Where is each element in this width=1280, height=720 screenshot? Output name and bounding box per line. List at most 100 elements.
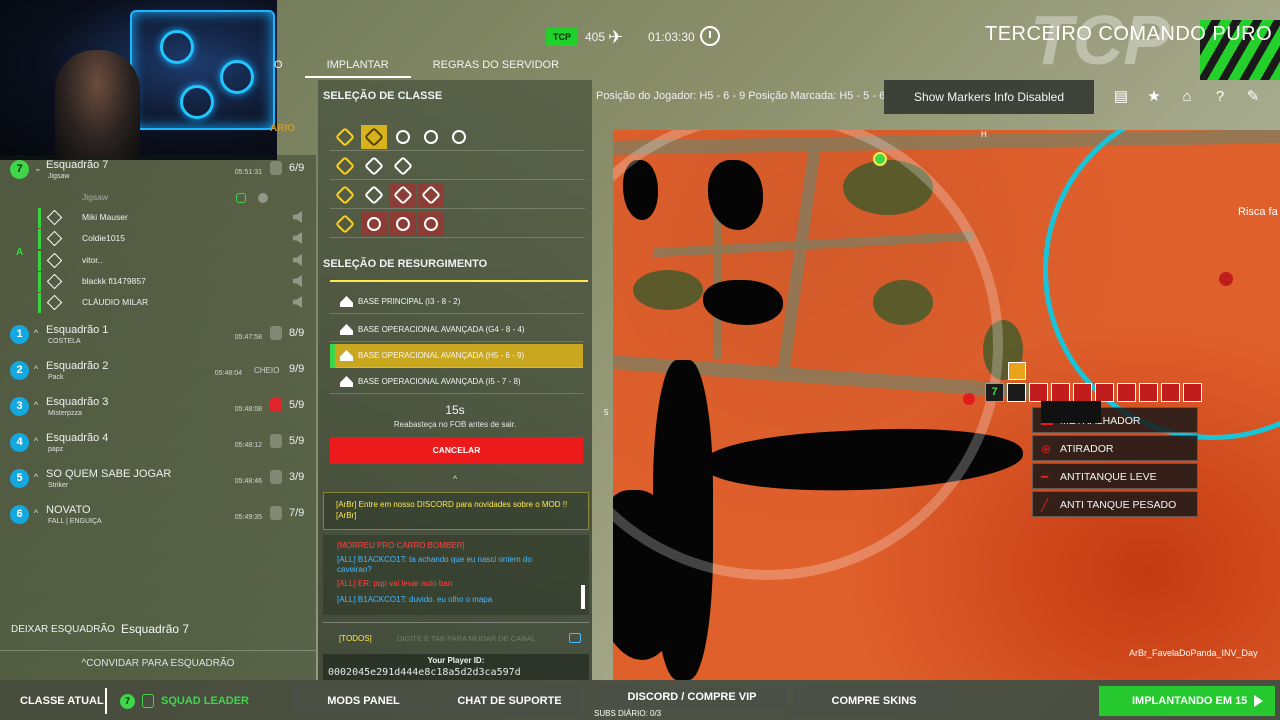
squad-row[interactable]: 4 ^ Esquadrão 4 papz 05:48:12 5/9	[0, 430, 316, 466]
deploy-button[interactable]: IMPLANTANDO EM 15	[1099, 686, 1275, 716]
member-name: Jigsaw	[82, 192, 108, 202]
rifleman-role-icon[interactable]	[332, 125, 358, 149]
marker-icon[interactable]	[1029, 383, 1048, 402]
member-row[interactable]: CLÁUDIO MILAR	[38, 293, 315, 313]
chat-channel[interactable]: [TODOS]	[339, 634, 372, 643]
speaker-icon[interactable]	[293, 296, 302, 308]
chevron-up-icon[interactable]: ^	[34, 508, 38, 518]
chat-icon[interactable]	[569, 633, 581, 643]
leave-squad-button[interactable]: DEIXAR ESQUADRÃO	[11, 624, 115, 635]
invite-label: CONVIDAR PARA ESQUADRÃO	[86, 658, 235, 669]
crosshair-icon: ⊕	[1041, 442, 1052, 456]
squad-row[interactable]: 3 ^ Esquadrão 3 Misterpzza 05:48:08 5/9	[0, 394, 316, 430]
spawn-option-selected[interactable]: BASE OPERACIONAL AVANÇADA (H5 - 6 - 9)	[330, 344, 583, 368]
chat-line: [MORREU PRO CARRO BOMBER]	[337, 541, 465, 550]
buy-skins-button[interactable]: COMPRE SKINS	[793, 686, 955, 716]
tab-implantar[interactable]: IMPLANTAR	[304, 56, 411, 78]
member-row[interactable]: Coldie1015	[38, 229, 315, 249]
lightning-role-icon[interactable]	[332, 212, 358, 236]
marker-icon[interactable]	[1117, 383, 1136, 402]
marker-icon[interactable]	[1073, 383, 1092, 402]
marker-icon[interactable]	[1139, 383, 1158, 402]
automatic-rifleman-role-icon[interactable]	[332, 183, 358, 207]
support-chat-button[interactable]: CHAT DE SUPORTE	[438, 686, 581, 716]
lock-icon[interactable]	[270, 161, 282, 175]
warning-role-icon[interactable]	[361, 183, 387, 207]
hat-role-icon[interactable]	[390, 212, 416, 236]
chat-input[interactable]: [TODOS] DIGITE E TAB PARA MUDAR DE CANAL	[323, 622, 589, 652]
squad-leader-role-icon[interactable]	[361, 125, 387, 149]
chat-icon[interactable]: ▤	[1112, 88, 1130, 106]
marker-icon[interactable]	[1095, 383, 1114, 402]
chat-scrollbar[interactable]	[581, 585, 585, 609]
enemy-marker[interactable]	[963, 393, 975, 405]
crewman-role-icon[interactable]	[446, 125, 472, 149]
squad-leader: FALL | ENGUIÇA	[48, 518, 102, 525]
wrench-icon[interactable]: ✎	[1244, 88, 1262, 106]
chevron-down-icon[interactable]: ⌄	[34, 163, 42, 174]
marker-icon[interactable]	[1161, 383, 1180, 402]
engineer-role-icon[interactable]	[361, 154, 387, 178]
menu-item-atirador[interactable]: ⊕ ATIRADOR	[1032, 435, 1198, 461]
tactical-map[interactable]: H Risca fa 7 ▬ METRALHADOR ⊕ ATIRADOR ━ …	[613, 130, 1280, 680]
lock-icon	[270, 506, 282, 520]
breacher-role-icon[interactable]	[390, 183, 416, 207]
spawn-option[interactable]: BASE OPERACIONAL AVANÇADA (G4 - 8 - 4)	[330, 318, 583, 342]
fob-marker[interactable]	[1008, 362, 1026, 380]
squad-row[interactable]: 5 ^ SO QUEM SABE JOGAR Striker 05:48:46 …	[0, 466, 316, 502]
scout-role-icon[interactable]	[390, 154, 416, 178]
squad-count: 3/9	[289, 471, 305, 483]
marksman-role-icon[interactable]	[418, 183, 444, 207]
shield-role-icon[interactable]	[418, 125, 444, 149]
markers-info-button[interactable]: Show Markers Info Disabled	[884, 80, 1094, 114]
cancel-button[interactable]: CANCELAR	[330, 437, 583, 464]
speaker-icon[interactable]	[293, 254, 302, 266]
chevron-up-icon[interactable]: ^	[34, 364, 38, 374]
member-row[interactable]: Miki Mauser	[38, 208, 315, 228]
player-marker[interactable]	[873, 152, 887, 166]
member-row[interactable]: vitor..	[38, 251, 315, 271]
mods-panel-button[interactable]: MODS PANEL	[292, 686, 435, 716]
respawn-note: Reabasteça no FOB antes de sair.	[393, 420, 517, 429]
squad-status: CHEIO	[254, 366, 280, 375]
discord-vip-button[interactable]: DISCORD / COMPRE VIP	[597, 686, 787, 708]
star-icon[interactable]: ★	[1145, 88, 1163, 106]
marker-slot[interactable]: 7	[985, 383, 1004, 402]
squad-row[interactable]: 2 ^ Esquadrão 2 Pack 05:48:04 CHEIO 9/9	[0, 358, 316, 394]
squad-row[interactable]: 6 ^ NOVATO FALL | ENGUIÇA 05:49:35 7/9	[0, 502, 316, 538]
chevron-up-icon[interactable]: ^	[34, 328, 38, 338]
lat-role-icon[interactable]	[361, 212, 387, 236]
grenadier-role-icon[interactable]	[332, 154, 358, 178]
stopwatch-icon	[700, 26, 720, 46]
squad-leader-icon	[236, 193, 246, 203]
objective-marker[interactable]	[1219, 272, 1233, 286]
marker-bar: 7	[985, 383, 1202, 403]
speaker-icon[interactable]	[293, 232, 302, 244]
question-house-icon[interactable]: ⌂	[1178, 88, 1196, 106]
marker-icon[interactable]	[1183, 383, 1202, 402]
menu-item-antitanque-leve[interactable]: ━ ANTITANQUE LEVE	[1032, 463, 1198, 489]
diamond-marker-icon[interactable]	[1007, 383, 1026, 402]
invite-squad-button[interactable]: ^CONVIDAR PARA ESQUADRÃO	[0, 650, 316, 676]
member-row[interactable]: Jigsaw	[45, 188, 315, 208]
chevron-up-icon[interactable]: ^	[34, 400, 38, 410]
question-icon[interactable]: ?	[1211, 88, 1229, 106]
chevron-up-icon[interactable]: ^	[34, 436, 38, 446]
menu-item-anti-tanque-pesado[interactable]: ╱ ANTI TANQUE PESADO	[1032, 491, 1198, 517]
ticket-icon: ✈	[608, 27, 624, 47]
marker-icon[interactable]	[1051, 383, 1070, 402]
system-message: [ArBr] Entre em nosso DISCORD para novid…	[323, 492, 589, 530]
medic-role-icon[interactable]	[390, 125, 416, 149]
chevron-up-icon[interactable]: ^	[318, 474, 592, 484]
speaker-icon[interactable]	[293, 275, 302, 287]
chevron-up-icon[interactable]: ^	[34, 472, 38, 482]
grid-label-side: 5	[604, 408, 609, 417]
crosshair-role-icon[interactable]	[418, 212, 444, 236]
spawn-option[interactable]: BASE OPERACIONAL AVANÇADA (I5 - 7 - 8)	[330, 370, 583, 394]
spawn-option[interactable]: BASE PRINCIPAL (I3 - 8 - 2)	[330, 290, 583, 314]
squad-row[interactable]: 1 ^ Esquadrão 1 COSTELA 05:47:58 8/9	[0, 322, 316, 358]
speaker-icon[interactable]	[293, 211, 302, 223]
member-row[interactable]: blackk fl1479857	[38, 272, 315, 292]
tab-regras[interactable]: REGRAS DO SERVIDOR	[411, 56, 581, 78]
tab-partial[interactable]: O	[270, 56, 305, 78]
